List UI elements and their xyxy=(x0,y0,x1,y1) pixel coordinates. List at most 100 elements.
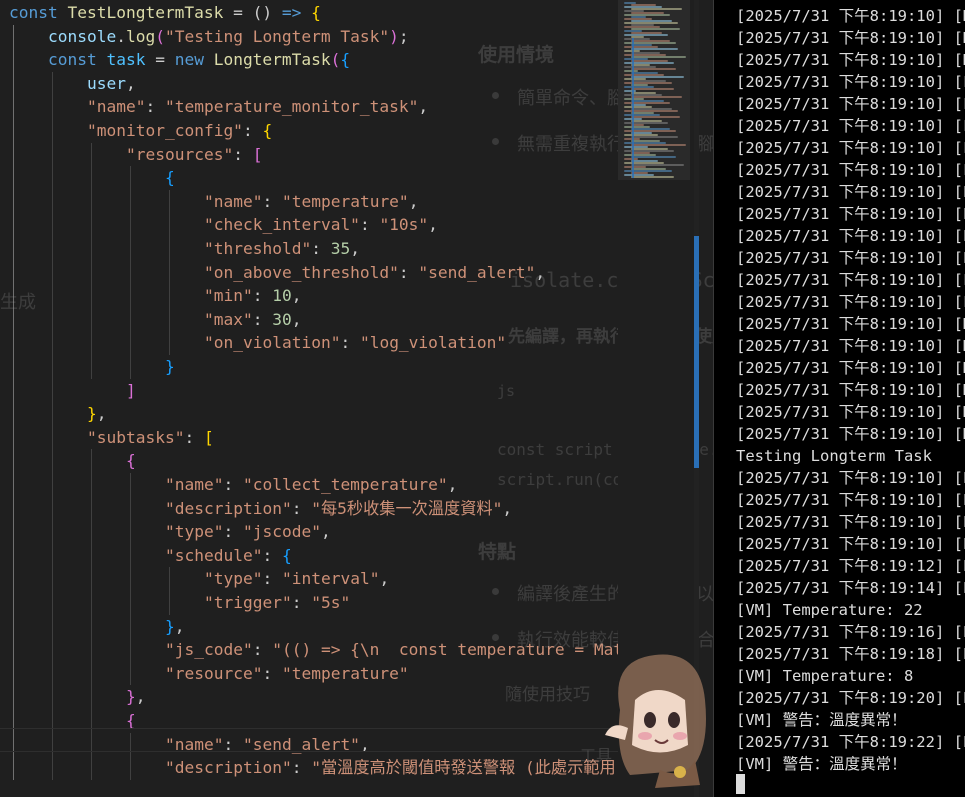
code-token: : xyxy=(398,262,419,282)
code-token: } xyxy=(126,687,136,707)
code-line[interactable]: "js_code": "(() => {\n const temperature… xyxy=(165,638,618,662)
code-line[interactable]: "type": "interval", xyxy=(204,567,389,591)
code-token: { xyxy=(126,451,136,471)
terminal-line: [2025/7/31 下午8:19:12] [E xyxy=(736,557,965,575)
code-line[interactable]: const task = new LongtermTask({ xyxy=(48,48,350,72)
code-line[interactable]: "on_above_threshold": "send_alert", xyxy=(204,261,545,285)
code-line[interactable]: "on_violation": "log_violation" xyxy=(204,331,506,355)
code-token: } xyxy=(165,616,175,636)
code-token: : xyxy=(262,569,282,589)
code-line[interactable]: "subtasks": [ xyxy=(87,426,214,450)
code-token: ( xyxy=(155,26,165,46)
code-line[interactable]: console.log("Testing Longterm Task"); xyxy=(48,25,409,49)
code-token: "collect_temperature" xyxy=(242,475,448,494)
code-token: , xyxy=(379,569,390,589)
code-line[interactable]: "check_interval": "10s", xyxy=(204,213,438,237)
code-line[interactable]: "description": "每5秒收集一次溫度資料", xyxy=(165,497,512,521)
code-line[interactable]: "min": 10, xyxy=(204,284,301,308)
code-token: "subtasks" xyxy=(87,427,185,447)
code-token: : xyxy=(252,286,273,306)
terminal-line: [2025/7/31 下午8:19:10] [M xyxy=(736,403,965,421)
code-token: 10 xyxy=(272,286,292,306)
terminal-line: [VM] Temperature: 22 xyxy=(736,601,923,619)
code-token: "resource" xyxy=(165,663,263,683)
code-token: "schedule" xyxy=(165,545,263,565)
editor-scrollbar-thumb[interactable] xyxy=(694,236,699,468)
code-line[interactable]: "schedule": { xyxy=(165,544,292,568)
code-line[interactable]: { xyxy=(126,449,136,473)
terminal-line: [2025/7/31 下午8:19:16] [E xyxy=(736,623,965,641)
terminal-line: [2025/7/31 下午8:19:10] [E xyxy=(736,205,965,223)
code-token: ) xyxy=(389,26,399,46)
terminal-line: [2025/7/31 下午8:19:10] [F xyxy=(736,161,965,179)
code-token: , xyxy=(428,215,438,235)
code-token: "interval" xyxy=(281,569,380,589)
code-line[interactable]: "monitor_config": { xyxy=(87,119,272,143)
code-token: , xyxy=(125,73,136,93)
terminal-line: [2025/7/31 下午8:19:10] [M xyxy=(736,337,965,355)
code-line[interactable]: } xyxy=(165,355,175,379)
code-line[interactable]: "name": "temperature", xyxy=(204,190,418,214)
terminal-cursor xyxy=(736,774,745,794)
terminal-line: [2025/7/31 下午8:19:10] [E xyxy=(736,183,965,201)
code-line[interactable]: "name": "collect_temperature", xyxy=(165,473,457,497)
code-token: "max" xyxy=(204,309,253,329)
code-token: . xyxy=(116,26,126,46)
code-token: } xyxy=(165,357,175,376)
indent-guide xyxy=(169,189,170,355)
code-token: } xyxy=(87,404,97,424)
terminal-line: [2025/7/31 下午8:19:10] [M xyxy=(736,7,965,25)
code-line[interactable]: }, xyxy=(165,615,185,639)
code-token: "name" xyxy=(165,475,224,494)
terminal-line: [2025/7/31 下午8:19:10] [M xyxy=(736,359,965,377)
terminal-line: Testing Longterm Task xyxy=(736,447,932,465)
code-token: "on_above_threshold" xyxy=(204,262,399,282)
code-token: , xyxy=(320,522,331,542)
code-line[interactable]: "trigger": "5s" xyxy=(204,591,350,615)
code-token: "每5秒收集一次溫度資料" xyxy=(311,498,503,518)
code-token: "monitor_config" xyxy=(87,121,243,140)
code-token: ] xyxy=(126,380,136,400)
code-line[interactable]: "description": "當溫度高於閾值時發送警報 (此處示範用 cons… xyxy=(165,756,618,780)
code-line[interactable]: const TestLongtermTask = () => { xyxy=(9,1,321,25)
mascot-sticker-image xyxy=(605,654,706,788)
code-token: { xyxy=(262,121,273,140)
terminal-line: [VM] Temperature: 8 xyxy=(736,667,914,685)
terminal-line: [2025/7/31 下午8:19:10] [E xyxy=(736,469,965,487)
terminal-line: [VM] 警告：溫度異常！ xyxy=(736,711,907,729)
code-line[interactable]: "threshold": 35, xyxy=(204,237,360,261)
terminal-panel[interactable]: [2025/7/31 下午8:19:10] [M [2025/7/31 下午8:1… xyxy=(714,0,965,797)
code-line[interactable]: "max": 30, xyxy=(204,308,301,332)
code-line[interactable]: }, xyxy=(87,402,107,426)
code-token: LongtermTask xyxy=(213,50,331,70)
code-token: "on_violation" xyxy=(204,333,341,353)
code-token: "threshold" xyxy=(204,239,312,258)
code-editor[interactable]: const TestLongtermTask = () => {console.… xyxy=(0,0,618,797)
code-token: , xyxy=(135,687,146,707)
indent-guide xyxy=(169,567,170,615)
code-token: console xyxy=(48,26,117,46)
code-line[interactable]: "name": "temperature_monitor_task", xyxy=(87,95,428,119)
code-line[interactable]: "resource": "temperature" xyxy=(165,662,409,686)
code-line[interactable]: "resources": [ xyxy=(126,143,262,167)
code-token: 35 xyxy=(330,239,351,258)
code-token: { xyxy=(311,3,321,22)
code-token: , xyxy=(535,262,546,282)
code-token: TestLongtermTask xyxy=(67,3,224,22)
code-token: : xyxy=(223,522,243,542)
code-token: "resources" xyxy=(126,144,234,164)
code-token: : xyxy=(252,640,273,660)
code-line[interactable]: { xyxy=(165,166,175,190)
code-token: "temperature_monitor_task" xyxy=(164,97,419,117)
code-line[interactable]: ] xyxy=(126,379,136,403)
terminal-line: [2025/7/31 下午8:19:10] [F xyxy=(736,73,965,91)
terminal-line: [2025/7/31 下午8:19:10] [M xyxy=(736,51,965,69)
terminal-line: [2025/7/31 下午8:19:10] [M xyxy=(736,381,965,399)
minimap-change-marker xyxy=(632,38,634,178)
code-line[interactable]: user, xyxy=(87,72,136,96)
code-line[interactable]: }, xyxy=(126,685,146,709)
code-line[interactable]: "type": "jscode", xyxy=(165,520,331,544)
terminal-line: [2025/7/31 下午8:19:10] [F xyxy=(736,95,965,113)
minimap-viewport-slider[interactable] xyxy=(618,0,690,180)
code-token: , xyxy=(174,616,185,636)
